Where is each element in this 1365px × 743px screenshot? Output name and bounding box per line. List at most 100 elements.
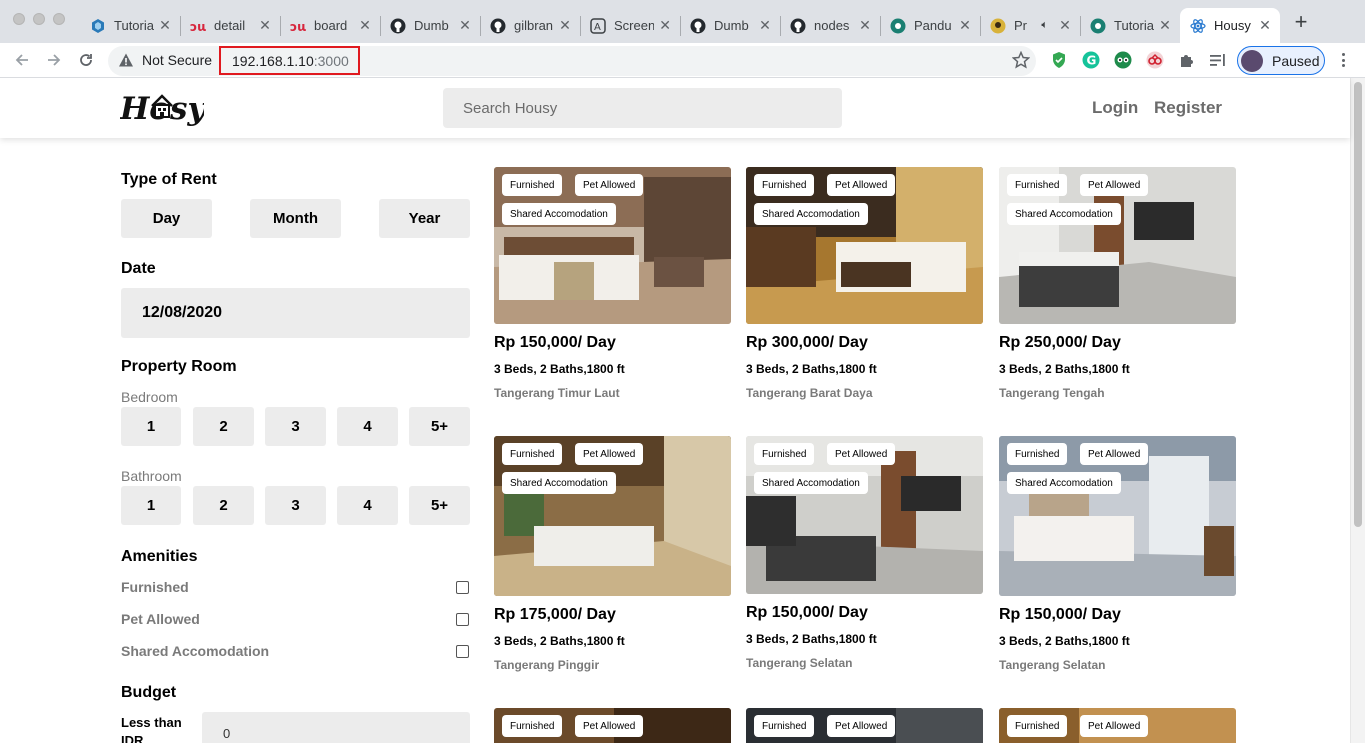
badge-pet-allowed: Pet Allowed [1080, 715, 1149, 737]
back-button[interactable] [10, 48, 34, 72]
url-text[interactable]: 192.168.1.10:3000 [219, 46, 360, 75]
github-icon [490, 18, 506, 34]
page-scrollbar[interactable] [1350, 78, 1365, 743]
close-icon[interactable]: ✕ [158, 17, 172, 34]
housy-logo[interactable]: Ho sy [119, 86, 207, 127]
address-bar[interactable]: Not Secure 192.168.1.10:3000 [108, 46, 1036, 76]
speaker-icon[interactable]: 🔈︎ [1041, 19, 1048, 32]
forward-button[interactable] [42, 48, 66, 72]
shared-accomodation-checkbox[interactable] [456, 645, 469, 658]
new-tab-button[interactable]: + [1290, 11, 1312, 34]
close-icon[interactable]: ✕ [258, 17, 272, 34]
login-link[interactable]: Login [1092, 98, 1138, 118]
close-icon[interactable]: ✕ [458, 17, 472, 34]
bathroom-option-5plus[interactable]: 5+ [409, 486, 470, 525]
register-link[interactable]: Register [1154, 98, 1222, 118]
badge-furnished: Furnished [1007, 443, 1068, 465]
tab-11[interactable]: Tutoria ✕ [1080, 8, 1180, 43]
close-icon[interactable]: ✕ [1058, 17, 1072, 34]
close-icon[interactable]: ✕ [1258, 17, 1272, 34]
page-viewport: Ho sy Login Register Type of Rent Day Mo… [0, 78, 1365, 743]
tab-9[interactable]: Pandu ✕ [880, 8, 980, 43]
badge-pet-allowed: Pet Allowed [575, 443, 644, 465]
close-icon[interactable]: ✕ [958, 17, 972, 34]
tab-4[interactable]: Dumb ✕ [380, 8, 480, 43]
bedroom-option-3[interactable]: 3 [265, 407, 326, 446]
close-icon[interactable]: ✕ [558, 17, 572, 34]
profile-status: Paused [1272, 52, 1320, 69]
shield-extension-icon[interactable] [1050, 51, 1068, 69]
tab-title: Pandu [914, 18, 952, 33]
listing-specs: 3 Beds, 2 Baths,1800 ft [746, 362, 877, 376]
listing-price: Rp 150,000/ Day [746, 604, 868, 621]
scrollbar-thumb[interactable] [1354, 82, 1362, 527]
reload-icon [80, 54, 92, 66]
shared-accomodation-label: Shared Accomodation [121, 643, 270, 659]
bedroom-option-5plus[interactable]: 5+ [409, 407, 470, 446]
github-icon [390, 18, 406, 34]
avatar [1241, 49, 1263, 72]
tab-8[interactable]: nodes ✕ [780, 8, 880, 43]
bathroom-option-4[interactable]: 4 [337, 486, 398, 525]
badge-shared-accomodation: Shared Accomodation [502, 203, 616, 225]
tab-title: Dumb [414, 18, 449, 33]
tab-title: nodes [814, 18, 850, 33]
bathroom-option-3[interactable]: 3 [265, 486, 326, 525]
profile-button[interactable]: Paused [1237, 46, 1325, 75]
close-icon[interactable]: ✕ [658, 17, 672, 34]
rent-year-button[interactable]: Year [379, 199, 470, 238]
listing-specs: 3 Beds, 2 Baths,1800 ft [494, 634, 625, 648]
tab-6[interactable]: A Screen ✕ [580, 8, 680, 43]
bookmark-star-icon[interactable] [1011, 50, 1031, 74]
minimize-window-button[interactable] [33, 13, 45, 25]
record-extension-icon[interactable] [1146, 51, 1164, 69]
date-input[interactable]: 12/08/2020 [121, 288, 470, 338]
bathroom-option-1[interactable]: 1 [121, 486, 181, 525]
rent-day-button[interactable]: Day [121, 199, 212, 238]
svg-text:ɔɯ: ɔɯ [290, 20, 306, 32]
bathroom-option-2[interactable]: 2 [193, 486, 254, 525]
furnished-label: Furnished [121, 579, 189, 595]
close-icon[interactable]: ✕ [858, 17, 872, 34]
security-indicator[interactable]: Not Secure [118, 52, 212, 68]
svg-text:A: A [594, 22, 601, 33]
close-icon[interactable]: ✕ [758, 17, 772, 34]
tab-2[interactable]: ɔɯ detail ✕ [180, 8, 280, 43]
reading-list-icon[interactable] [1209, 51, 1227, 69]
close-icon[interactable]: ✕ [1158, 17, 1172, 34]
close-icon[interactable]: ✕ [358, 17, 372, 34]
property-room-heading: Property Room [121, 358, 237, 375]
listing-location: Tangerang Selatan [746, 656, 853, 670]
tab-10[interactable]: Pr 🔈︎ ✕ [980, 8, 1080, 43]
reload-button[interactable] [74, 48, 98, 72]
badge-furnished: Furnished [754, 715, 815, 737]
bedroom-option-2[interactable]: 2 [193, 407, 254, 446]
tab-3[interactable]: ɔɯ board ✕ [280, 8, 380, 43]
listing-specs: 3 Beds, 2 Baths,1800 ft [999, 634, 1130, 648]
svg-text:ɔɯ: ɔɯ [190, 20, 206, 32]
puzzle-extensions-icon[interactable] [1178, 51, 1196, 69]
search-input[interactable] [443, 88, 842, 128]
tab-title: detail [214, 18, 246, 33]
bedroom-option-1[interactable]: 1 [121, 407, 181, 446]
close-window-button[interactable] [13, 13, 25, 25]
bedroom-option-4[interactable]: 4 [337, 407, 398, 446]
amenities-heading: Amenities [121, 548, 198, 565]
badge-furnished: Furnished [502, 174, 563, 196]
tab-title: Screen [614, 18, 655, 33]
svg-text:G: G [1087, 54, 1097, 68]
furnished-checkbox[interactable] [456, 581, 469, 594]
more-menu-icon[interactable] [1336, 51, 1350, 69]
site-header: Ho sy Login Register [0, 78, 1350, 138]
grammarly-icon[interactable]: G [1082, 51, 1100, 69]
tab-1[interactable]: Tutoria ✕ [80, 8, 180, 43]
tab-12-active[interactable]: Housy ✕ [1180, 8, 1280, 43]
rent-month-button[interactable]: Month [250, 199, 341, 238]
pet-allowed-checkbox[interactable] [456, 613, 469, 626]
tripadvisor-icon[interactable] [1114, 51, 1132, 69]
budget-input[interactable]: 0 [202, 712, 470, 743]
tab-5[interactable]: gilbran ✕ [480, 8, 580, 43]
bedroom-label: Bedroom [121, 389, 178, 405]
maximize-window-button[interactable] [53, 13, 65, 25]
tab-7[interactable]: Dumb ✕ [680, 8, 780, 43]
